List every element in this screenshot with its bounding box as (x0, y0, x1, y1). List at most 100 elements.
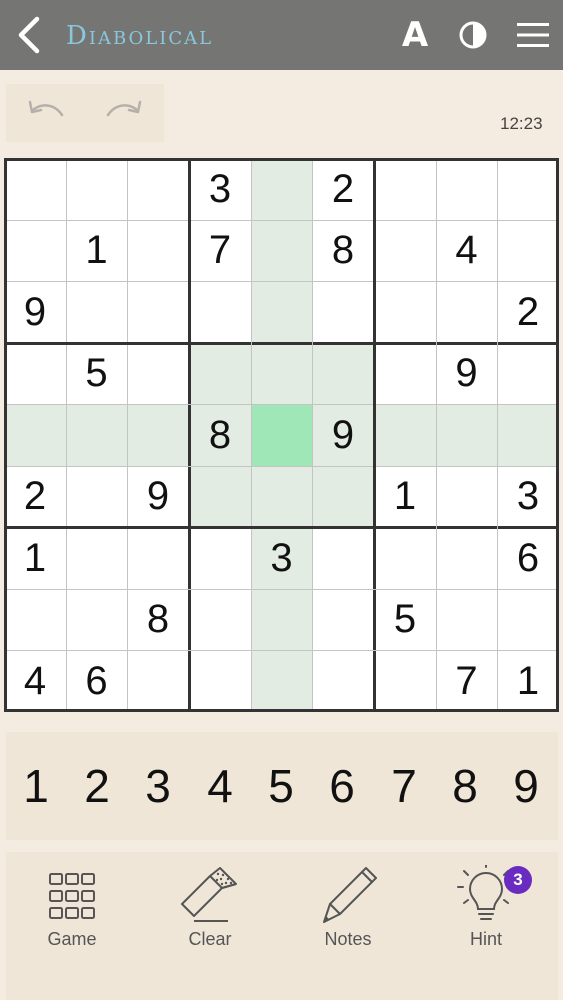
sudoku-cell-r2c9[interactable] (497, 220, 559, 281)
sudoku-cell-r6c2[interactable] (66, 466, 127, 527)
sudoku-cell-r1c1[interactable] (4, 158, 66, 220)
sudoku-cell-r2c8[interactable]: 4 (436, 220, 497, 281)
sudoku-cell-r6c8[interactable] (436, 466, 497, 527)
sudoku-cell-r3c5[interactable] (251, 281, 312, 343)
clear-button[interactable]: Clear (155, 862, 265, 972)
sudoku-cell-r7c9[interactable]: 6 (497, 527, 559, 589)
sudoku-cell-r8c9[interactable] (497, 589, 559, 650)
sudoku-cell-r3c2[interactable] (66, 281, 127, 343)
sudoku-cell-r1c5[interactable] (251, 158, 312, 220)
number-key-1[interactable]: 1 (6, 752, 66, 820)
sudoku-cell-r9c2[interactable]: 6 (66, 650, 127, 712)
sudoku-cell-r9c7[interactable] (374, 650, 436, 712)
sudoku-cell-r1c9[interactable] (497, 158, 559, 220)
sudoku-cell-r5c2[interactable] (66, 404, 127, 466)
sudoku-cell-r5c3[interactable] (127, 404, 189, 466)
sudoku-cell-r9c9[interactable]: 1 (497, 650, 559, 712)
menu-icon[interactable] (511, 12, 555, 58)
number-key-8[interactable]: 8 (435, 752, 495, 820)
number-key-9[interactable]: 9 (496, 752, 556, 820)
sudoku-cell-r3c4[interactable] (189, 281, 251, 343)
sudoku-cell-r7c7[interactable] (374, 527, 436, 589)
sudoku-cell-r1c2[interactable] (66, 158, 127, 220)
sudoku-cell-r2c6[interactable]: 8 (312, 220, 374, 281)
number-key-5[interactable]: 5 (251, 752, 311, 820)
sudoku-cell-r8c3[interactable]: 8 (127, 589, 189, 650)
sudoku-cell-r2c2[interactable]: 1 (66, 220, 127, 281)
back-button[interactable] (8, 12, 50, 58)
sudoku-cell-r4c3[interactable] (127, 343, 189, 404)
sudoku-cell-r5c1[interactable] (4, 404, 66, 466)
sudoku-cell-r5c5[interactable] (251, 404, 312, 466)
sudoku-cell-r6c1[interactable]: 2 (4, 466, 66, 527)
sudoku-cell-r4c7[interactable] (374, 343, 436, 404)
sudoku-cell-r9c8[interactable]: 7 (436, 650, 497, 712)
sudoku-cell-r6c7[interactable]: 1 (374, 466, 436, 527)
sudoku-cell-r3c3[interactable] (127, 281, 189, 343)
sudoku-cell-r1c4[interactable]: 3 (189, 158, 251, 220)
font-size-icon[interactable]: A (393, 12, 437, 58)
sudoku-cell-r3c6[interactable] (312, 281, 374, 343)
notes-button[interactable]: Notes (293, 862, 403, 972)
sudoku-cell-r3c8[interactable] (436, 281, 497, 343)
number-key-6[interactable]: 6 (312, 752, 372, 820)
sudoku-cell-r1c3[interactable] (127, 158, 189, 220)
hint-button[interactable]: 3 Hint (431, 862, 541, 972)
number-key-4[interactable]: 4 (190, 752, 250, 820)
sudoku-cell-r1c6[interactable]: 2 (312, 158, 374, 220)
sudoku-cell-r6c6[interactable] (312, 466, 374, 527)
contrast-icon[interactable] (451, 12, 495, 58)
sudoku-cell-r7c4[interactable] (189, 527, 251, 589)
sudoku-cell-r2c3[interactable] (127, 220, 189, 281)
sudoku-cell-r6c4[interactable] (189, 466, 251, 527)
sudoku-cell-r4c5[interactable] (251, 343, 312, 404)
sudoku-cell-r3c9[interactable]: 2 (497, 281, 559, 343)
sudoku-cell-r1c7[interactable] (374, 158, 436, 220)
sudoku-cell-r5c4[interactable]: 8 (189, 404, 251, 466)
sudoku-cell-r8c7[interactable]: 5 (374, 589, 436, 650)
sudoku-cell-r3c1[interactable]: 9 (4, 281, 66, 343)
sudoku-cell-r5c6[interactable]: 9 (312, 404, 374, 466)
sudoku-cell-r3c7[interactable] (374, 281, 436, 343)
sudoku-cell-r6c5[interactable] (251, 466, 312, 527)
sudoku-cell-r6c3[interactable]: 9 (127, 466, 189, 527)
sudoku-cell-r4c2[interactable]: 5 (66, 343, 127, 404)
sudoku-cell-r2c4[interactable]: 7 (189, 220, 251, 281)
sudoku-cell-r8c6[interactable] (312, 589, 374, 650)
sudoku-cell-r6c9[interactable]: 3 (497, 466, 559, 527)
sudoku-cell-r4c6[interactable] (312, 343, 374, 404)
sudoku-cell-r9c6[interactable] (312, 650, 374, 712)
sudoku-cell-r5c8[interactable] (436, 404, 497, 466)
sudoku-cell-r8c1[interactable] (4, 589, 66, 650)
sudoku-cell-r9c4[interactable] (189, 650, 251, 712)
game-button[interactable]: Game (17, 862, 127, 972)
sudoku-cell-r7c2[interactable] (66, 527, 127, 589)
sudoku-cell-r5c9[interactable] (497, 404, 559, 466)
sudoku-cell-r9c3[interactable] (127, 650, 189, 712)
sudoku-cell-r9c1[interactable]: 4 (4, 650, 66, 712)
sudoku-cell-r7c3[interactable] (127, 527, 189, 589)
sudoku-cell-r8c8[interactable] (436, 589, 497, 650)
sudoku-cell-r7c5[interactable]: 3 (251, 527, 312, 589)
sudoku-cell-r4c1[interactable] (4, 343, 66, 404)
number-key-3[interactable]: 3 (128, 752, 188, 820)
redo-button[interactable] (94, 92, 154, 134)
number-key-7[interactable]: 7 (374, 752, 434, 820)
sudoku-cell-r7c8[interactable] (436, 527, 497, 589)
sudoku-cell-r2c7[interactable] (374, 220, 436, 281)
sudoku-cell-r1c8[interactable] (436, 158, 497, 220)
sudoku-cell-r8c4[interactable] (189, 589, 251, 650)
undo-button[interactable] (16, 92, 76, 134)
sudoku-cell-r8c2[interactable] (66, 589, 127, 650)
sudoku-cell-r9c5[interactable] (251, 650, 312, 712)
sudoku-cell-r7c1[interactable]: 1 (4, 527, 66, 589)
sudoku-cell-r2c5[interactable] (251, 220, 312, 281)
sudoku-cell-r4c9[interactable] (497, 343, 559, 404)
sudoku-cell-r5c7[interactable] (374, 404, 436, 466)
sudoku-cell-r2c1[interactable] (4, 220, 66, 281)
sudoku-cell-r4c4[interactable] (189, 343, 251, 404)
number-key-2[interactable]: 2 (67, 752, 127, 820)
sudoku-cell-r8c5[interactable] (251, 589, 312, 650)
sudoku-cell-r4c8[interactable]: 9 (436, 343, 497, 404)
sudoku-cell-r7c6[interactable] (312, 527, 374, 589)
